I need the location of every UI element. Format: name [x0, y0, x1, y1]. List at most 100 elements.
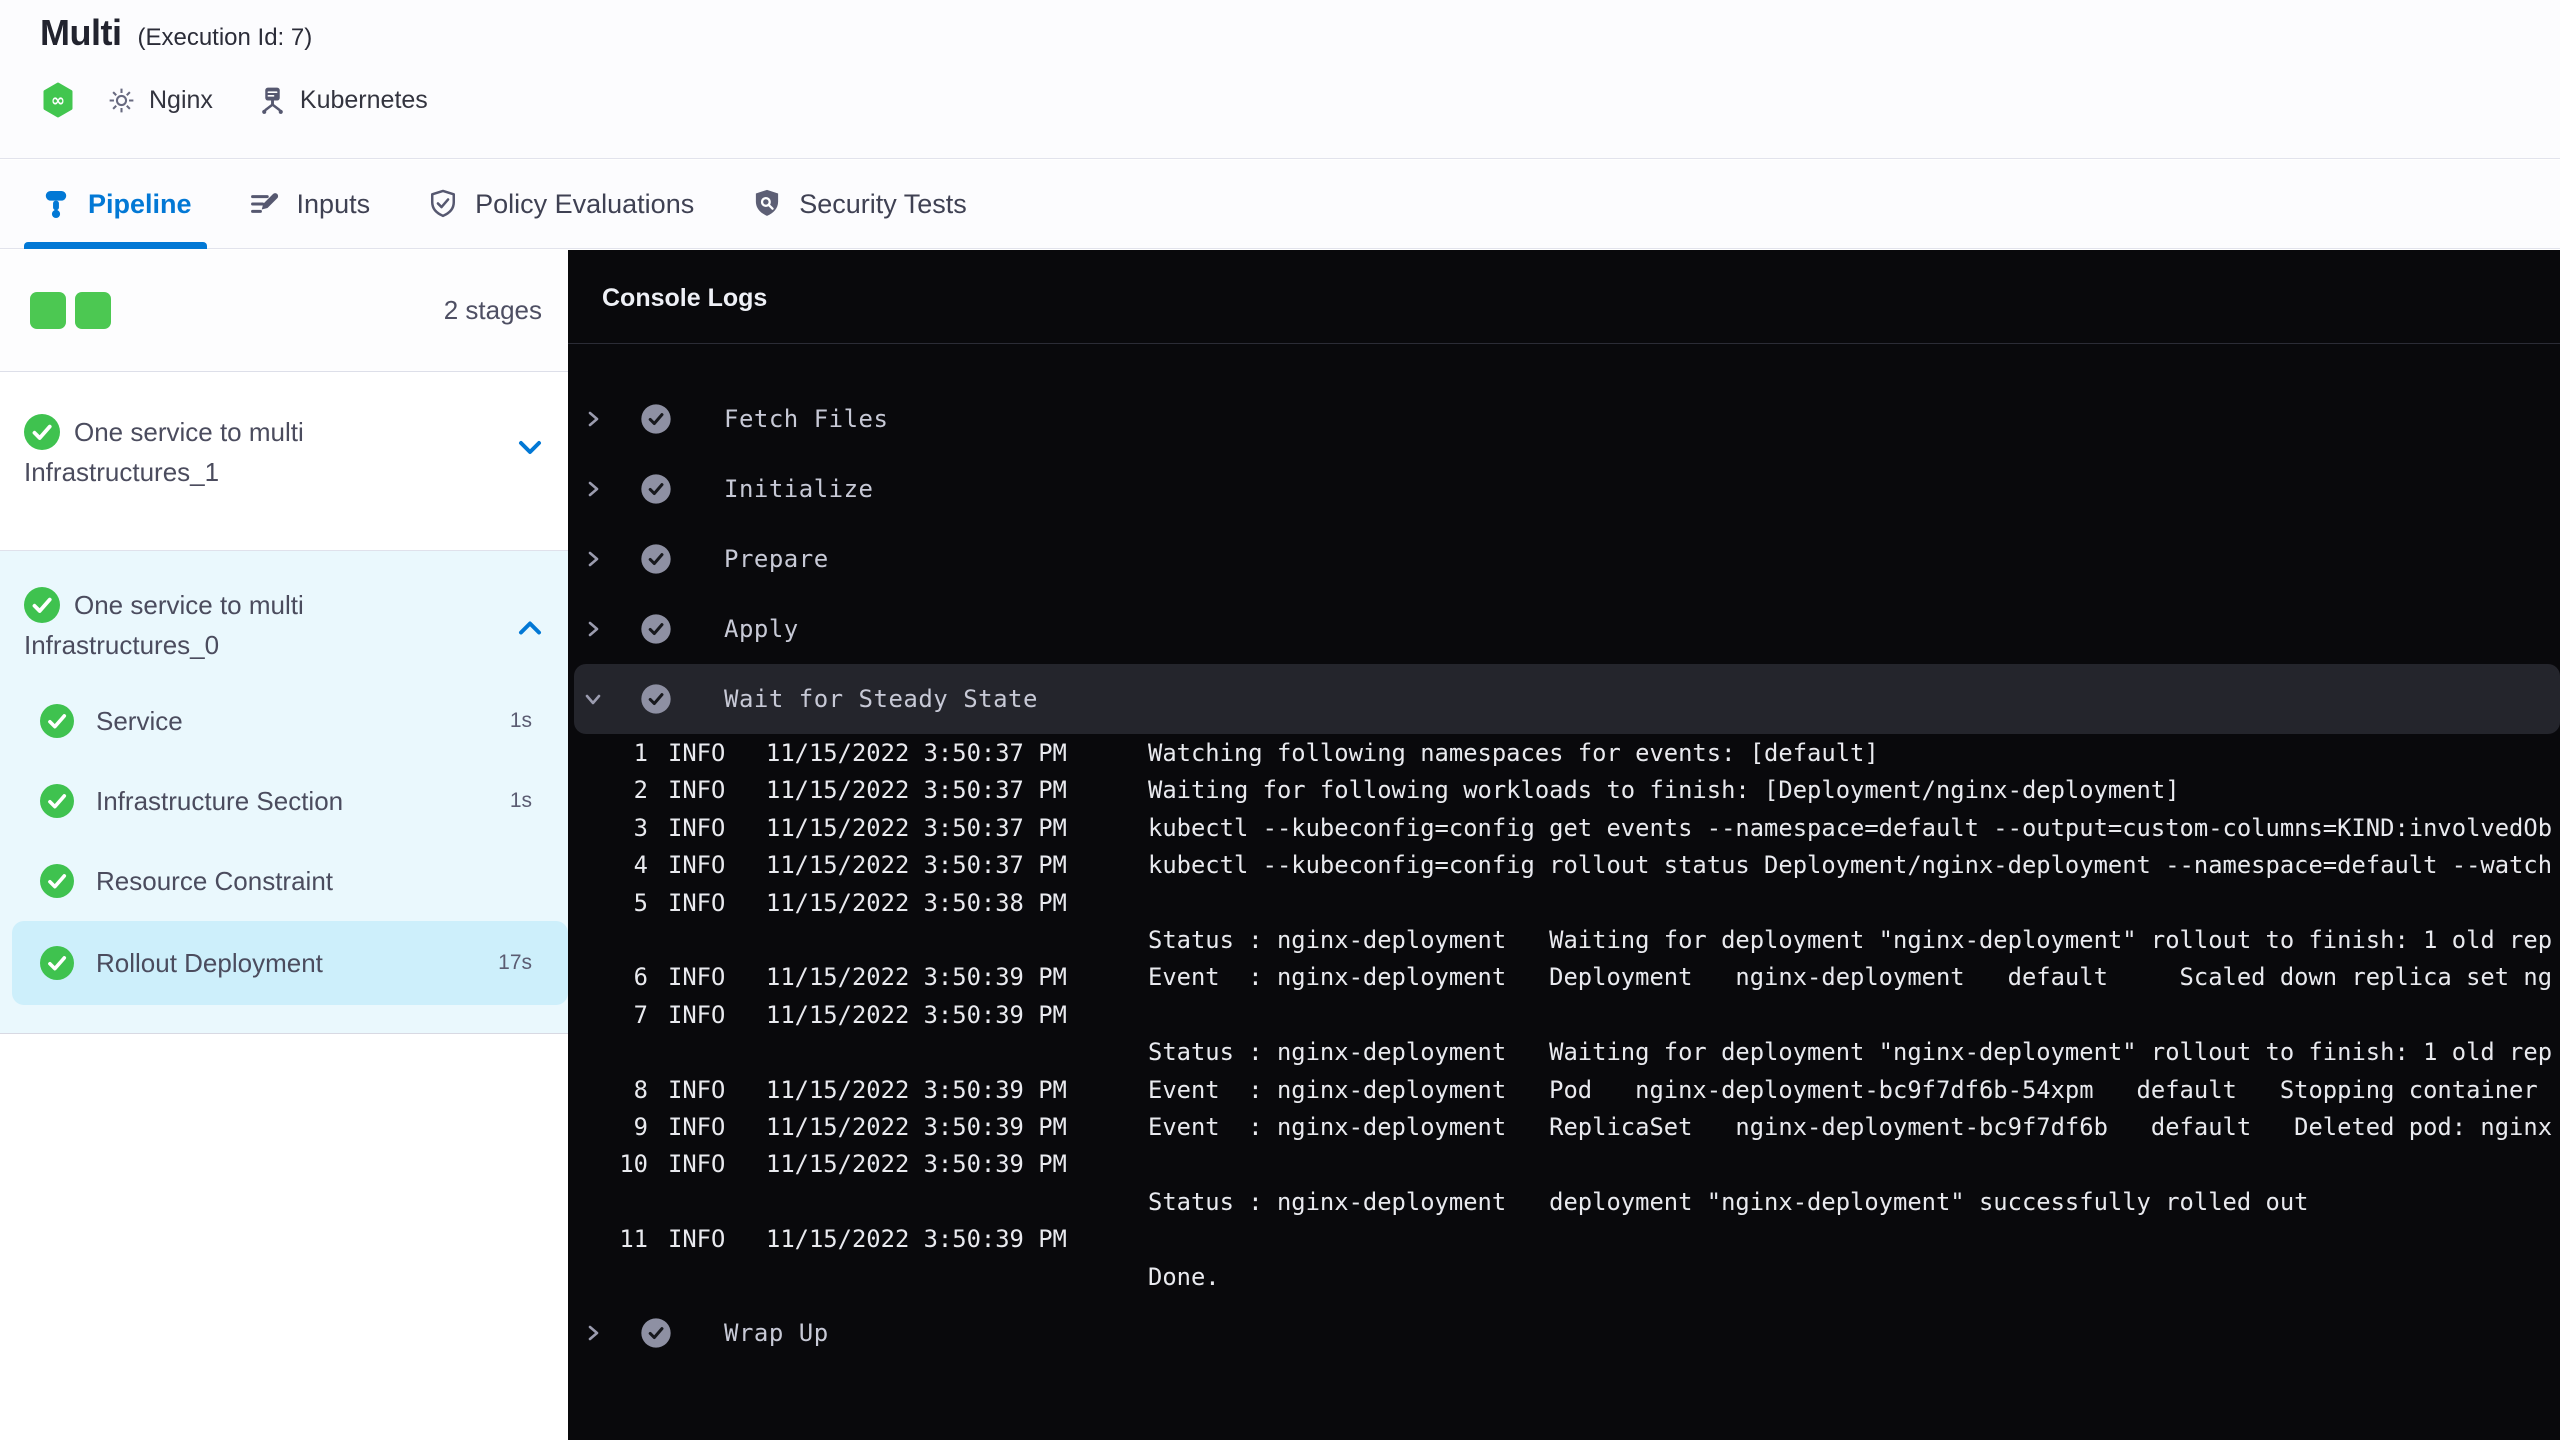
log-level	[648, 1259, 766, 1296]
log-message: kubectl --kubeconfig=config get events -…	[1148, 813, 2553, 842]
log-line: 10 INFO 11/15/2022 3:50:39 PM	[568, 1146, 2560, 1183]
log-message: Status : nginx-deployment Waiting for de…	[1148, 926, 2553, 955]
log-message: kubectl --kubeconfig=config rollout stat…	[1148, 851, 2553, 880]
console-step-wait-for-steady-state[interactable]: Wait for Steady State	[574, 664, 2560, 734]
step-duration: 1s	[509, 709, 532, 732]
step-label: Service	[96, 705, 183, 736]
log-timestamp: 11/15/2022 3:50:39 PM	[766, 1000, 1067, 1029]
log-message	[1148, 885, 2560, 922]
chevron-right-icon[interactable]	[584, 550, 602, 568]
step-label: Rollout Deployment	[96, 947, 323, 978]
stage-list: One service to multi Infrastructures_1 On…	[0, 372, 568, 1034]
stages-count: 2 stages	[443, 295, 542, 325]
log-timestamp: 11/15/2022 3:50:37 PM	[766, 851, 1067, 880]
log-line: 3 INFO 11/15/2022 3:50:37 PM kubectl --kube…	[568, 810, 2560, 847]
main-split: 2 stages One service to multi Infrastruc…	[0, 250, 2560, 1440]
log-level: INFO	[668, 739, 726, 767]
log-level: INFO	[668, 1000, 726, 1029]
check-circle-icon	[24, 414, 60, 450]
step-list: Service 1s Infrastructure Section 1s Resourc…	[0, 681, 568, 1005]
console-check-circle-icon	[640, 473, 672, 505]
log-timestamp: 11/15/2022 3:50:39 PM	[766, 1113, 1067, 1142]
log-line-number: 1	[633, 739, 648, 767]
log-line-number: 11	[619, 1225, 648, 1254]
stage-name: One service to multi Infrastructures_0	[24, 585, 414, 665]
console-body: Fetch Files Initialize Prepare Apply Wait fo…	[568, 344, 2560, 1368]
log-line: 11 INFO 11/15/2022 3:50:39 PM	[568, 1221, 2560, 1258]
stage-card[interactable]: One service to multi Infrastructures_0	[0, 585, 568, 665]
stage-name: One service to multi Infrastructures_1	[24, 412, 414, 492]
log-line-number: 8	[633, 1075, 648, 1104]
log-line: 6 INFO 11/15/2022 3:50:39 PM Event : nginx-…	[568, 959, 2560, 996]
step-infrastructure-section[interactable]: Infrastructure Section 1s	[0, 761, 568, 841]
log-message	[1148, 1146, 2560, 1183]
log-line: 5 INFO 11/15/2022 3:50:38 PM	[568, 885, 2560, 922]
stage-square-success	[30, 292, 66, 329]
log-message	[1148, 1221, 2560, 1258]
chevron-right-icon[interactable]	[584, 1324, 602, 1342]
stage-card[interactable]: One service to multi Infrastructures_1	[0, 372, 568, 550]
tab-bar: Pipeline Inputs Policy Evaluations Security…	[0, 160, 2560, 249]
log-line-number	[568, 1184, 648, 1221]
console-check-circle-icon	[640, 1317, 672, 1349]
log-timestamp	[766, 1034, 1148, 1071]
console-logs-title: Console Logs	[602, 284, 768, 312]
log-level	[648, 1184, 766, 1221]
log-message: Done.	[1148, 1262, 1220, 1291]
tab-label: Security Tests	[799, 188, 967, 219]
step-service[interactable]: Service 1s	[0, 681, 568, 761]
log-message: Waiting for following workloads to finis…	[1148, 776, 2180, 805]
tab-security-tests[interactable]: Security Tests	[735, 160, 982, 248]
console-check-circle-icon	[640, 683, 672, 715]
log-message: Event : nginx-deployment ReplicaSet ngin…	[1148, 1113, 2553, 1142]
log-line-number: 3	[633, 813, 648, 842]
chevron-right-icon[interactable]	[584, 480, 602, 498]
console-step-label: Prepare	[724, 545, 829, 573]
log-line-number: 10	[619, 1150, 648, 1179]
tab-inputs[interactable]: Inputs	[233, 160, 386, 248]
log-line-number: 2	[633, 776, 648, 805]
console-step-wrap-up[interactable]: Wrap Up	[568, 1298, 2560, 1368]
console-step-prepare[interactable]: Prepare	[568, 524, 2560, 594]
log-message: Watching following namespaces for events…	[1148, 739, 1879, 767]
tab-pipeline[interactable]: Pipeline	[24, 160, 207, 249]
security-shield-search-icon	[750, 187, 784, 221]
chevron-right-icon[interactable]	[584, 410, 602, 428]
check-circle-icon	[40, 864, 74, 898]
log-line-number: 7	[633, 1000, 648, 1029]
stage-section-expanded: One service to multi Infrastructures_0 Se…	[0, 550, 568, 1034]
console-step-label: Fetch Files	[724, 405, 889, 433]
log-level	[648, 922, 766, 959]
console-step-fetch-files[interactable]: Fetch Files	[568, 384, 2560, 454]
log-line-number: 9	[633, 1113, 648, 1142]
console-check-circle-icon	[640, 613, 672, 645]
log-message: Status : nginx-deployment Waiting for de…	[1148, 1038, 2553, 1067]
console-step-initialize[interactable]: Initialize	[568, 454, 2560, 524]
log-timestamp: 11/15/2022 3:50:39 PM	[766, 1150, 1067, 1179]
tab-label: Pipeline	[88, 188, 192, 219]
log-timestamp: 11/15/2022 3:50:37 PM	[766, 739, 1067, 767]
infrastructure-icon	[257, 85, 288, 116]
console-step-label: Wait for Steady State	[724, 685, 1038, 713]
chevron-expand-down-icon[interactable]	[584, 690, 602, 708]
check-circle-icon	[40, 784, 74, 818]
log-timestamp	[766, 922, 1148, 959]
execution-id: (Execution Id: 7)	[137, 24, 313, 51]
chevron-up-icon[interactable]	[515, 613, 545, 643]
log-line: 9 INFO 11/15/2022 3:50:39 PM Event : nginx-…	[568, 1109, 2560, 1146]
step-rollout-deployment[interactable]: Rollout Deployment 17s	[12, 921, 568, 1005]
log-line: Status : nginx-deployment Waiting for de…	[568, 922, 2560, 959]
log-timestamp: 11/15/2022 3:50:38 PM	[766, 888, 1067, 917]
chevron-down-icon[interactable]	[515, 432, 545, 462]
stage-status-squares	[30, 292, 111, 329]
console-logs-panel: Console Logs Fetch Files Initialize Prepar…	[568, 250, 2560, 1440]
tab-label: Inputs	[296, 188, 371, 219]
log-line: 2 INFO 11/15/2022 3:50:37 PM Waiting for fo…	[568, 772, 2560, 809]
tab-policy-evaluations[interactable]: Policy Evaluations	[411, 160, 709, 248]
policy-shield-check-icon	[426, 187, 460, 221]
chevron-right-icon[interactable]	[584, 620, 602, 638]
console-step-apply[interactable]: Apply	[568, 594, 2560, 664]
stage-square-success	[75, 292, 111, 329]
step-resource-constraint[interactable]: Resource Constraint	[0, 841, 568, 921]
app-header: Multi (Execution Id: 7) ∞ Nginx Kubernet…	[0, 0, 2560, 159]
